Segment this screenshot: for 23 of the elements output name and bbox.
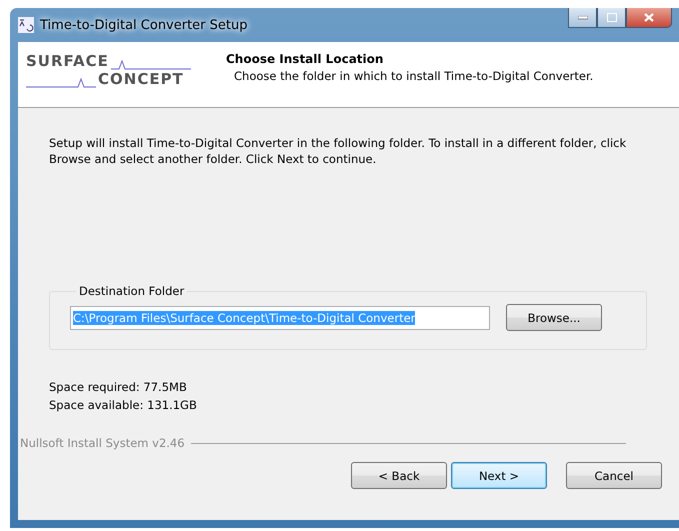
branding-text: Nullsoft Install System v2.46 (20, 436, 185, 450)
browse-button[interactable]: Browse... (506, 304, 602, 331)
maximize-button[interactable] (597, 8, 626, 28)
close-button[interactable] (626, 8, 672, 28)
minimize-button[interactable] (568, 8, 597, 28)
close-icon (644, 13, 654, 22)
next-button[interactable]: Next > (451, 462, 547, 489)
maximize-icon (606, 13, 616, 22)
back-button[interactable]: < Back (351, 462, 447, 489)
space-info-text: Space required: 77.5MB (49, 380, 188, 394)
logo-text: CONCEPT (98, 70, 184, 88)
space-info-text: Space available: 131.1GB (49, 398, 198, 412)
pulse-line-icon (26, 76, 96, 88)
cancel-button[interactable]: Cancel (566, 462, 662, 489)
group-label: Destination Folder (78, 284, 186, 298)
page-subtitle: Choose the folder in which to install Time-to-Digital Converter. (233, 69, 594, 83)
window-title: Time-to-Digital Converter Setup (40, 18, 248, 32)
pulse-line-icon (110, 58, 191, 70)
logo-text: SURFACE (26, 52, 109, 70)
app-icon (18, 17, 34, 33)
description-text: Setup will install Time-to-Digital Converter in the following folder. To install in a different folder, click Browse and select another folder. Click Next to continue. (49, 135, 628, 167)
minimize-icon (578, 16, 588, 20)
page-title: Choose Install Location (226, 52, 384, 66)
